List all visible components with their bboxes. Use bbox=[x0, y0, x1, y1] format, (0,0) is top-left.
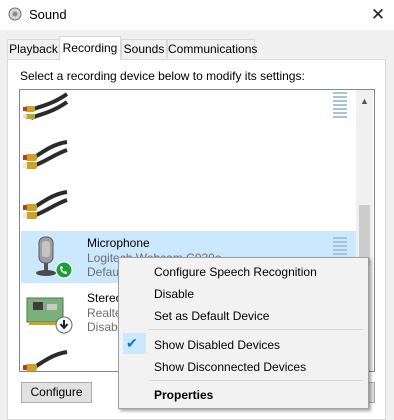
instruction-text: Select a recording device below to modif… bbox=[20, 69, 305, 83]
list-item[interactable] bbox=[21, 90, 356, 122]
rca-jack-icon bbox=[23, 140, 68, 169]
properties-button[interactable] bbox=[369, 382, 375, 403]
tab-communications[interactable]: Communications bbox=[167, 39, 257, 58]
menu-separator bbox=[149, 329, 363, 330]
list-item[interactable] bbox=[21, 180, 356, 230]
device-description: Realte bbox=[87, 306, 122, 320]
menu-item-disable[interactable]: Disable bbox=[154, 287, 194, 301]
window-title: Sound bbox=[29, 7, 67, 22]
menu-item-properties[interactable]: Properties bbox=[154, 388, 213, 402]
level-meter bbox=[333, 92, 347, 120]
close-button[interactable]: ✕ bbox=[366, 4, 390, 26]
menu-item-set-as-default[interactable]: Set as Default Device bbox=[154, 309, 269, 323]
green-phone-icon bbox=[55, 261, 73, 279]
menu-item-configure-speech-recognition[interactable]: Configure Speech Recognition bbox=[154, 265, 317, 279]
device-name: Microphone bbox=[87, 236, 150, 250]
scroll-thumb[interactable] bbox=[359, 205, 370, 265]
context-menu: Configure Speech Recognition Disable Set… bbox=[118, 257, 369, 409]
menu-item-show-disabled-devices[interactable]: Show Disabled Devices bbox=[154, 338, 280, 352]
list-item[interactable] bbox=[21, 130, 356, 180]
disabled-arrow-icon bbox=[55, 316, 73, 334]
tab-playback[interactable]: Playback bbox=[7, 39, 60, 58]
speaker-icon bbox=[8, 7, 22, 21]
rca-jack-icon bbox=[23, 92, 69, 120]
checkmark-icon: ✔ bbox=[126, 335, 138, 351]
tab-recording[interactable]: Recording bbox=[59, 36, 121, 60]
configure-button[interactable]: Configure bbox=[21, 382, 92, 403]
menu-separator bbox=[149, 380, 363, 381]
scroll-up-arrow-icon[interactable]: ▲ bbox=[356, 93, 373, 109]
rca-jack-icon bbox=[23, 190, 68, 219]
rca-jack-icon bbox=[23, 350, 68, 371]
menu-item-show-disconnected-devices[interactable]: Show Disconnected Devices bbox=[154, 360, 306, 374]
tab-sounds[interactable]: Sounds bbox=[121, 39, 167, 58]
